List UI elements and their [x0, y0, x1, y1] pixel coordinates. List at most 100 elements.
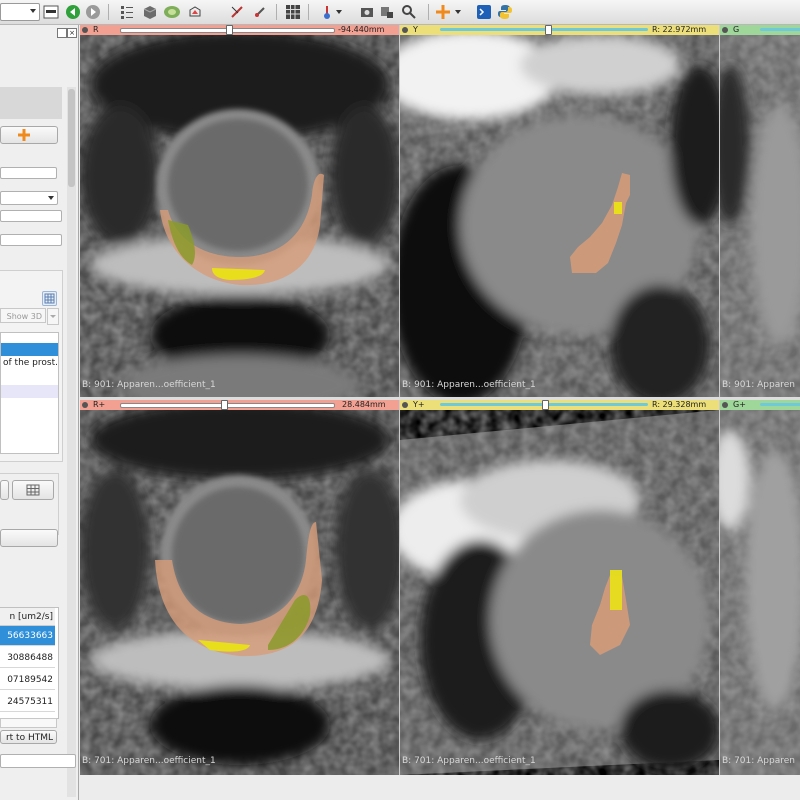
show-3d-dropdown[interactable] [47, 308, 59, 325]
pin-icon[interactable] [81, 401, 89, 409]
models-icon[interactable] [163, 3, 181, 21]
segment-row[interactable]: of the prost... [1, 357, 58, 370]
module-selector-combo[interactable] [0, 3, 40, 21]
volume-annotation: B: 701: Apparen...oefficient_1 [402, 756, 536, 766]
source-combo[interactable] [0, 191, 58, 205]
chevron-down-icon [30, 9, 36, 13]
yellow-slice-view-top[interactable]: Y R: 22.972mm B: 901: Apparen...oefficie… [400, 25, 719, 397]
slice-offset: 28.484mm [342, 400, 386, 409]
slice-label: Y [413, 25, 418, 34]
red-slice-controller: R -94.440mm [80, 25, 399, 35]
markups-icon[interactable] [228, 3, 246, 21]
fiducial-icon[interactable] [318, 3, 336, 21]
status-bar [80, 775, 800, 800]
pin-icon[interactable] [721, 401, 729, 409]
screenshot-icon[interactable] [358, 3, 376, 21]
slider-handle[interactable] [545, 25, 552, 35]
green-slice-view-bottom[interactable]: G+ B: 701: Apparen [720, 400, 800, 775]
slice-label: Y+ [413, 400, 425, 409]
close-icon[interactable]: × [67, 28, 77, 38]
axial-image [80, 400, 399, 775]
slice-slider[interactable] [760, 403, 800, 406]
apply-button[interactable] [0, 529, 58, 547]
slice-slider[interactable] [440, 28, 648, 31]
table-header: n [um2/s] [0, 608, 55, 626]
undock-icon[interactable] [57, 28, 67, 38]
slice-label: G+ [733, 400, 746, 409]
table-scrollbar[interactable] [0, 718, 57, 728]
grid-icon[interactable] [284, 3, 302, 21]
python-input[interactable] [0, 754, 76, 768]
segment-row[interactable] [1, 371, 58, 384]
volume-annotation: B: 901: Apparen...oefficient_1 [82, 380, 216, 390]
section-header [0, 87, 62, 119]
toolbar-divider [108, 4, 109, 20]
forward-icon[interactable] [84, 3, 102, 21]
add-markup-button[interactable] [0, 126, 58, 144]
yellow-slice-controller: Y R: 22.972mm [400, 25, 719, 35]
python-icon[interactable] [496, 3, 514, 21]
table-view-icon[interactable] [42, 291, 57, 306]
red-slice-controller: R+ 28.484mm [80, 400, 399, 410]
data-icon[interactable] [118, 3, 136, 21]
toolbar-divider [428, 4, 429, 20]
slice-offset: -94.440mm [338, 25, 385, 34]
export-html-button[interactable]: rt to HTML [0, 730, 57, 744]
show-3d-button[interactable]: Show 3D [0, 308, 46, 323]
panel-scrollbar[interactable] [67, 87, 76, 797]
volume-annotation: B: 901: Apparen [722, 380, 795, 390]
sagittal-image [400, 400, 719, 775]
toolbar-divider [308, 4, 309, 20]
yellow-slice-view-bottom[interactable]: Y+ R: 29.328mm B: 701: Apparen...oeffici… [400, 400, 719, 775]
tool-button[interactable] [0, 480, 9, 500]
place-icon[interactable] [434, 3, 452, 21]
scene-icon[interactable] [378, 3, 396, 21]
back-icon[interactable] [64, 3, 82, 21]
main-toolbar [0, 0, 800, 25]
coronal-image [720, 25, 800, 397]
pin-icon[interactable] [401, 401, 409, 409]
reference-field[interactable] [0, 234, 62, 246]
pin-icon[interactable] [81, 26, 89, 34]
green-slice-view-top[interactable]: G B: 901: Apparen [720, 25, 800, 397]
crosshair-icon[interactable] [251, 3, 269, 21]
axial-image [80, 25, 399, 397]
slider-handle[interactable] [226, 25, 233, 35]
segment-row[interactable] [1, 385, 58, 398]
segment-row-selected[interactable] [1, 343, 58, 356]
name-field[interactable] [0, 167, 57, 179]
red-slice-view-bottom[interactable]: R+ 28.484mm B: 701: Apparen...oefficient… [80, 400, 399, 775]
slice-offset: R: 22.972mm [652, 25, 707, 34]
module-panel: × Show 3D of the prost... n [um2/s] 5663… [0, 25, 79, 800]
extension-icon[interactable] [400, 3, 418, 21]
sagittal-image [400, 25, 719, 397]
pin-icon[interactable] [401, 26, 409, 34]
scrollbar-thumb[interactable] [68, 89, 75, 187]
slider-handle[interactable] [221, 400, 228, 410]
red-slice-view-top[interactable]: R -94.440mm B: 901: Apparen...oefficient… [80, 25, 399, 397]
slice-label: R [93, 25, 99, 34]
table-row[interactable]: 07189542 [0, 670, 55, 690]
pin-icon[interactable] [721, 26, 729, 34]
slice-slider[interactable] [760, 28, 800, 31]
chevron-down-icon[interactable] [336, 10, 342, 14]
chevron-down-icon[interactable] [455, 10, 461, 14]
results-table: n [um2/s] 56633663 30886488 07189542 245… [0, 607, 59, 719]
table-row[interactable]: 56633663 [0, 626, 55, 646]
green-slice-controller: G+ [720, 400, 800, 410]
toolbar-divider [276, 4, 277, 20]
slice-offset: R: 29.328mm [652, 400, 707, 409]
volume-annotation: B: 701: Apparen [722, 756, 795, 766]
table-row[interactable]: 30886488 [0, 648, 55, 668]
python-console-icon[interactable] [475, 3, 493, 21]
node-field[interactable] [0, 210, 62, 222]
slider-handle[interactable] [542, 400, 549, 410]
chevron-down-icon [48, 196, 54, 200]
slice-label: R+ [93, 400, 106, 409]
table-row[interactable]: 24575311 [0, 692, 55, 712]
segment-icon[interactable] [186, 3, 204, 21]
coronal-image [720, 400, 800, 775]
layout-button[interactable] [42, 3, 60, 21]
table-tool-button[interactable] [12, 480, 54, 500]
volume-icon[interactable] [141, 3, 159, 21]
